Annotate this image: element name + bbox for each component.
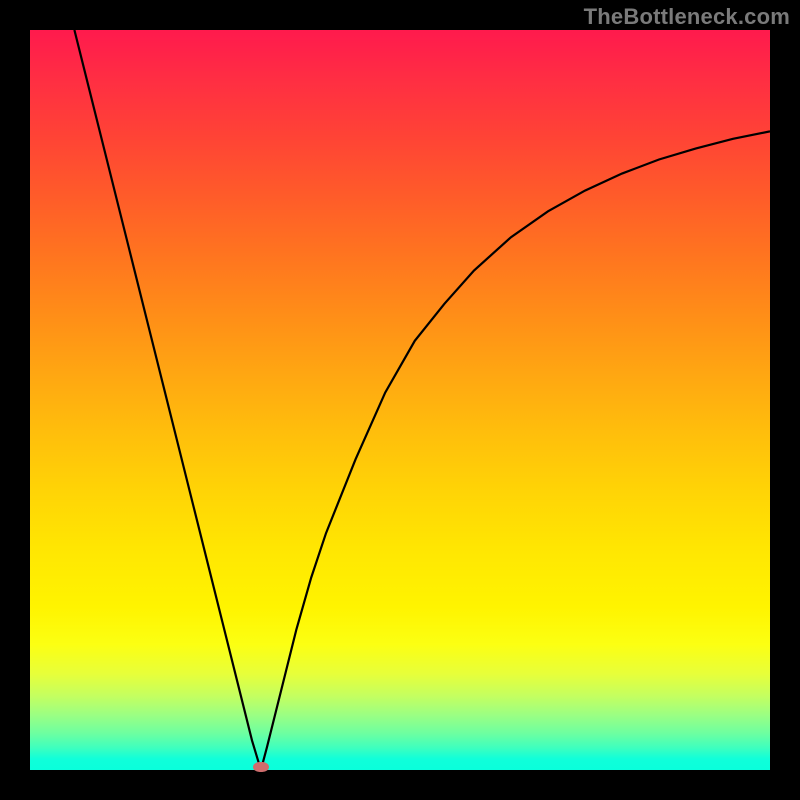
watermark-text: TheBottleneck.com	[584, 4, 790, 30]
chart-frame: TheBottleneck.com	[0, 0, 800, 800]
min-marker-icon	[253, 762, 269, 772]
plot-area	[30, 30, 770, 770]
curve-svg	[30, 30, 770, 770]
bottleneck-curve	[74, 30, 770, 770]
